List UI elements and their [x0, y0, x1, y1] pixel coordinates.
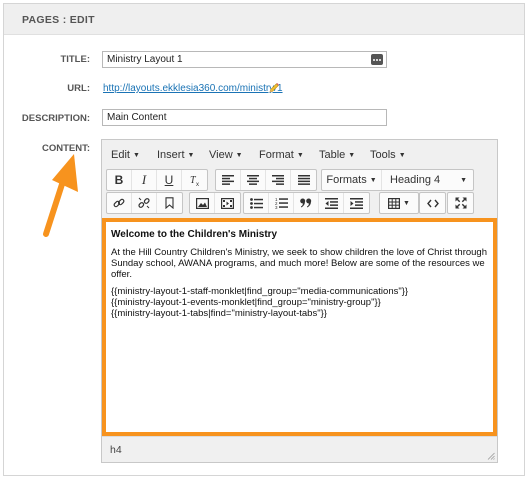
table-group: ▼ — [379, 192, 419, 214]
orange-arrow-icon — [43, 154, 78, 237]
menu-edit[interactable]: Edit ▼ — [111, 149, 140, 161]
description-label: DESCRIPTION: — [21, 113, 90, 124]
element-path[interactable]: h4 — [110, 444, 122, 456]
align-right-icon — [272, 175, 284, 185]
menu-insert[interactable]: Insert ▼ — [157, 149, 194, 161]
url-label: URL: — [67, 83, 90, 94]
insert-link-button[interactable] — [107, 193, 132, 213]
bookmark-icon — [165, 197, 174, 209]
numbered-list-icon: 123 — [275, 197, 288, 209]
clear-formatting-button[interactable]: Tx — [182, 170, 207, 190]
outdent-icon — [324, 197, 338, 209]
editor-menubar: Edit ▼ Insert ▼ View ▼ Format ▼ Table ▼ Tools… — [102, 140, 497, 168]
page-url-link[interactable]: http://layouts.ekklesia360.com/ministry/… — [103, 83, 283, 94]
content-paragraph: At the Hill Country Children's Ministry,… — [111, 247, 487, 280]
pencil-edit-icon[interactable] — [268, 82, 280, 94]
unlink-icon — [138, 197, 150, 209]
align-left-icon — [222, 175, 234, 185]
title-input-value: Ministry Layout 1 — [107, 54, 183, 65]
bullet-list-button[interactable] — [244, 193, 269, 213]
link-group — [106, 192, 183, 214]
description-input[interactable]: Main Content — [102, 109, 387, 126]
link-icon — [113, 198, 125, 208]
format-group: Formats ▼ Heading 4 ▼ — [321, 169, 474, 191]
underline-button[interactable]: U — [157, 170, 182, 190]
justify-button[interactable] — [291, 170, 316, 190]
more-options-icon[interactable] — [371, 54, 383, 65]
title-label: TITLE: — [60, 54, 90, 65]
italic-button[interactable]: I — [132, 170, 157, 190]
menu-table[interactable]: Table ▼ — [319, 149, 355, 161]
table-dropdown-button[interactable]: ▼ — [380, 193, 418, 213]
unlink-button[interactable] — [132, 193, 157, 213]
menu-view[interactable]: View ▼ — [209, 149, 243, 161]
bookmark-button[interactable] — [157, 193, 182, 213]
content-heading: Welcome to the Children's Ministry — [111, 229, 278, 240]
blockquote-button[interactable] — [294, 193, 319, 213]
shortcode-line: {{ministry-layout-1-staff-monklet|find_g… — [111, 286, 409, 297]
align-center-button[interactable] — [241, 170, 266, 190]
description-input-value: Main Content — [107, 112, 167, 123]
align-center-icon — [247, 175, 259, 185]
image-icon — [195, 197, 209, 209]
title-input[interactable]: Ministry Layout 1 — [102, 51, 387, 68]
justify-icon — [297, 175, 310, 185]
formats-dropdown[interactable]: Formats ▼ — [322, 170, 382, 190]
insert-media-button[interactable] — [215, 193, 240, 213]
list-indent-group: 123 — [243, 192, 370, 214]
fullscreen-group — [447, 192, 474, 214]
edit-panel: PAGES : EDIT TITLE: Ministry Layout 1 UR… — [3, 3, 525, 476]
clear-formatting-icon: Tx — [190, 175, 199, 186]
align-left-button[interactable] — [216, 170, 241, 190]
fullscreen-icon — [455, 197, 466, 209]
quote-icon — [300, 198, 312, 208]
indent-icon — [350, 197, 363, 209]
media-group — [189, 192, 241, 214]
editor-content-area[interactable]: Welcome to the Children's Ministry At th… — [102, 218, 497, 436]
fullscreen-button[interactable] — [448, 193, 473, 213]
insert-image-button[interactable] — [190, 193, 215, 213]
outdent-button[interactable] — [319, 193, 344, 213]
menu-tools[interactable]: Tools ▼ — [370, 149, 406, 161]
svg-text:x: x — [196, 182, 199, 186]
block-format-select[interactable]: Heading 4 ▼ — [382, 170, 473, 190]
source-code-button[interactable] — [420, 193, 445, 213]
resize-handle-icon[interactable] — [487, 452, 495, 460]
panel-header: PAGES : EDIT — [4, 4, 524, 35]
menu-format[interactable]: Format ▼ — [259, 149, 304, 161]
svg-text:3: 3 — [275, 205, 278, 209]
code-icon — [426, 199, 439, 207]
media-icon — [221, 197, 234, 209]
numbered-list-button[interactable]: 123 — [269, 193, 294, 213]
alignment-group — [215, 169, 317, 191]
bullet-list-icon — [249, 197, 263, 209]
table-icon — [388, 197, 401, 209]
rich-text-editor: Edit ▼ Insert ▼ View ▼ Format ▼ Table ▼ Tools… — [101, 139, 498, 463]
page-title: PAGES : EDIT — [22, 14, 95, 26]
indent-button[interactable] — [344, 193, 369, 213]
editor-statusbar: h4 — [102, 436, 497, 462]
shortcode-line: {{ministry-layout-1-tabs|find="ministry-… — [111, 308, 327, 319]
shortcode-line: {{ministry-layout-1-events-monklet|find_… — [111, 297, 381, 308]
bold-button[interactable]: B — [107, 170, 132, 190]
code-group — [419, 192, 446, 214]
text-style-group: B I U Tx — [106, 169, 208, 191]
align-right-button[interactable] — [266, 170, 291, 190]
